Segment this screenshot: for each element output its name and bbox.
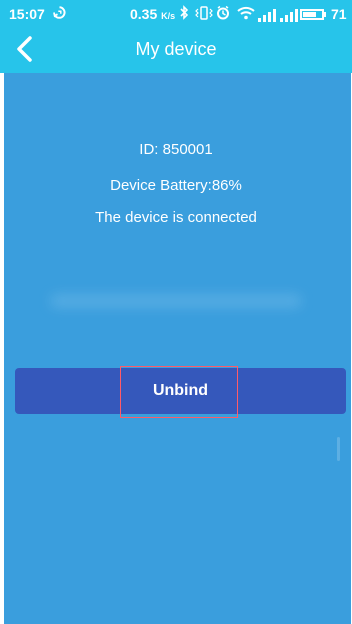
status-bar: 15:07 0.35 K/s 71 xyxy=(0,0,352,28)
vibrate-icon xyxy=(195,5,213,24)
scroll-edge-handle xyxy=(337,437,340,461)
page-title: My device xyxy=(135,39,217,59)
bluetooth-icon xyxy=(179,5,190,24)
device-id: ID: 850001 xyxy=(139,141,213,158)
battery-level-fill xyxy=(303,12,316,17)
connection-status: The device is connected xyxy=(95,209,257,226)
device-battery: Device Battery:86% xyxy=(110,177,242,194)
battery-percent: 71 xyxy=(331,6,347,22)
network-speed-value: 0.35 xyxy=(130,6,158,22)
network-speed-unit: K/s xyxy=(161,11,176,21)
unbind-button[interactable]: Unbind xyxy=(15,368,346,414)
cellular-signal-icon xyxy=(280,8,300,22)
battery-cap-icon xyxy=(324,12,326,17)
blurred-separator xyxy=(50,294,302,308)
sync-icon xyxy=(52,5,67,23)
wifi-icon xyxy=(236,5,256,24)
cellular-signal-icon xyxy=(258,8,278,22)
alarm-icon xyxy=(215,5,231,24)
network-speed: 0.35 K/s xyxy=(130,6,175,22)
status-time: 15:07 xyxy=(9,6,45,22)
header: My device xyxy=(0,28,352,73)
device-screen: 15:07 0.35 K/s 71 My device ID: 850001 D… xyxy=(0,0,352,624)
app-top-bar: 15:07 0.35 K/s 71 My device xyxy=(0,0,352,73)
battery-icon xyxy=(300,9,324,20)
